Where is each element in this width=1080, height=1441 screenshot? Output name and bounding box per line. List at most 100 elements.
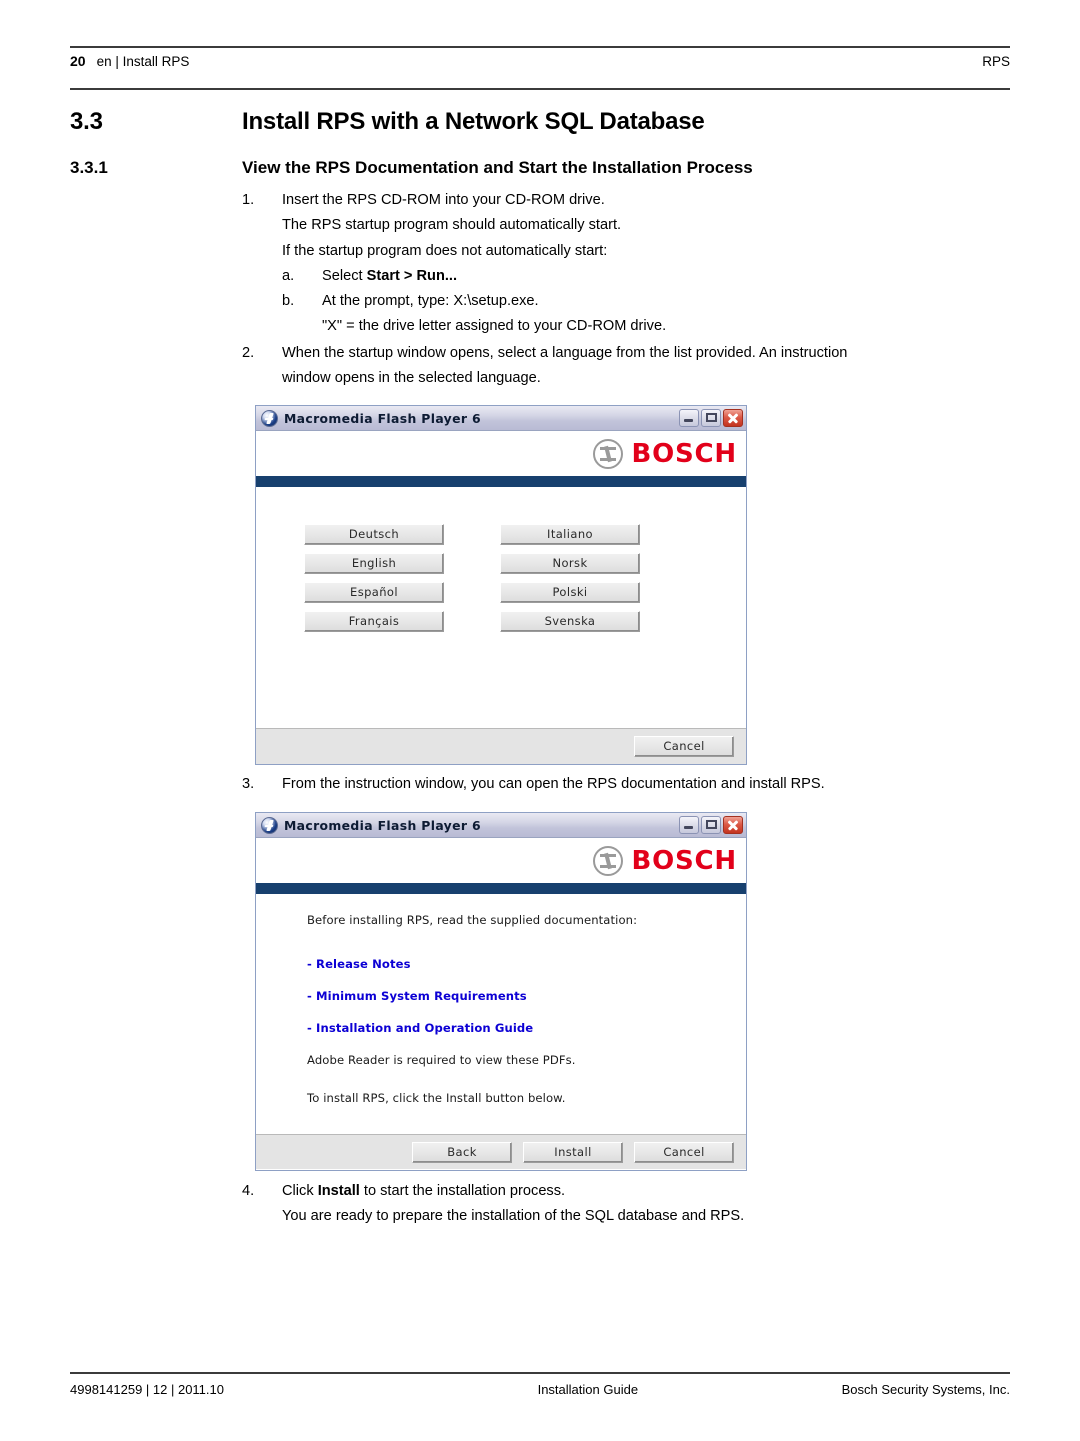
footer-doc-id: 4998141259 | 12 | 2011.10 (70, 1382, 224, 1397)
step-4-block: 4. Click Install to start the installati… (242, 1179, 1012, 1230)
brand-accent-bar (256, 476, 746, 487)
list-marker: 4. (242, 1183, 255, 1199)
documentation-window: Macromedia Flash Player 6 BOSCH Before i… (255, 812, 747, 1171)
brand-header: BOSCH (256, 431, 746, 476)
adobe-reader-note: Adobe Reader is required to view these P… (307, 1053, 576, 1067)
list-item: 4. Click Install to start the installati… (242, 1179, 1012, 1204)
install-instruction-note: To install RPS, click the Install button… (307, 1091, 566, 1105)
footer-company: Bosch Security Systems, Inc. (841, 1382, 1010, 1397)
install-button[interactable]: Install (523, 1141, 623, 1163)
window-title: Macromedia Flash Player 6 (284, 817, 481, 833)
language-button-italiano[interactable]: Italiano (500, 524, 640, 545)
list-item-text: Click Install to start the installation … (282, 1179, 1012, 1204)
language-button-espanol[interactable]: Español (304, 582, 444, 603)
bosch-wordmark: BOSCH (631, 846, 737, 876)
dialog-footer: Back Install Cancel (256, 1134, 746, 1169)
cancel-button[interactable]: Cancel (634, 736, 734, 757)
language-button-norsk[interactable]: Norsk (500, 553, 640, 574)
back-button[interactable]: Back (412, 1141, 512, 1163)
step-4-line-2: You are ready to prepare the installatio… (282, 1208, 745, 1225)
window-controls (679, 409, 743, 427)
section-heading-3: 3.3.1 View the RPS Documentation and Sta… (70, 158, 1010, 178)
bosch-emblem-icon (592, 846, 623, 876)
documentation-content-area: Before installing RPS, read the supplied… (256, 894, 746, 1134)
list-item: 2. When the startup window opens, select… (242, 341, 1012, 366)
language-button-svenska[interactable]: Svenska (500, 611, 640, 632)
window-titlebar[interactable]: Macromedia Flash Player 6 (256, 813, 746, 838)
close-icon[interactable] (723, 816, 743, 834)
list-marker: a. (282, 267, 295, 284)
brand-accent-bar (256, 883, 746, 894)
list-marker: 1. (242, 192, 255, 208)
maximize-icon[interactable] (701, 409, 721, 427)
step-1-line-3: If the startup program does not automati… (282, 242, 608, 259)
step-1-block: 1. Insert the RPS CD-ROM into your CD-RO… (242, 188, 1012, 340)
bosch-wordmark: BOSCH (631, 439, 737, 469)
link-installation-and-operation-guide[interactable]: - Installation and Operation Guide (307, 1021, 746, 1035)
language-button-polski[interactable]: Polski (500, 582, 640, 603)
grid-spacer (444, 553, 500, 582)
footer-row: 4998141259 | 12 | 2011.10 Installation G… (70, 1374, 1010, 1397)
breadcrumb: en | Install RPS (96, 54, 190, 69)
list-item: a. Select Start > Run... (242, 264, 1012, 289)
cancel-button[interactable]: Cancel (634, 1141, 734, 1163)
step-4-bold: Install (317, 1183, 360, 1199)
window-title: Macromedia Flash Player 6 (284, 410, 481, 426)
running-footer: 4998141259 | 12 | 2011.10 Installation G… (70, 1372, 1010, 1397)
language-list-area: Deutsch Italiano English Norsk Español P… (256, 487, 746, 728)
flash-player-icon (261, 816, 278, 834)
language-button-english[interactable]: English (304, 553, 444, 574)
documentation-text-panel: Before installing RPS, read the supplied… (256, 894, 746, 1123)
step-4-suffix: to start the installation process. (359, 1183, 566, 1199)
documentation-intro: Before installing RPS, read the supplied… (307, 913, 638, 927)
list-marker: b. (282, 293, 295, 310)
language-button-grid: Deutsch Italiano English Norsk Español P… (304, 524, 640, 640)
list-item-text: When the startup window opens, select a … (282, 345, 848, 361)
list-marker: 3. (242, 776, 255, 792)
link-release-notes[interactable]: - Release Notes (307, 957, 746, 971)
bosch-emblem-icon (592, 439, 623, 469)
step-2-block: 2. When the startup window opens, select… (242, 341, 1012, 392)
header-left-group: 20 en | Install RPS (70, 53, 189, 69)
brand-header: BOSCH (256, 838, 746, 883)
step-4-prefix: Click (282, 1183, 318, 1199)
document-page: 20 en | Install RPS RPS 3.3 Install RPS … (0, 0, 1080, 1441)
list-item: 1. Insert the RPS CD-ROM into your CD-RO… (242, 188, 1012, 213)
minimize-icon[interactable] (679, 816, 699, 834)
page-title: Install RPS with a Network SQL Database (242, 108, 705, 135)
language-button-francais[interactable]: Français (304, 611, 444, 632)
grid-spacer (444, 611, 500, 640)
list-item-text: Insert the RPS CD-ROM into your CD-ROM d… (282, 192, 605, 208)
header-rule-bottom (70, 88, 1010, 90)
link-minimum-system-requirements[interactable]: - Minimum System Requirements (307, 989, 746, 1003)
running-header: 20 en | Install RPS RPS (70, 46, 1010, 90)
sub-a-bold: Start > Run... (366, 267, 458, 284)
subsection-title: View the RPS Documentation and Start the… (242, 158, 753, 177)
grid-spacer (444, 582, 500, 611)
close-icon[interactable] (723, 409, 743, 427)
list-item-text: At the prompt, type: X:\setup.exe. (322, 293, 539, 310)
step-2-line-2: window opens in the selected language. (282, 370, 541, 387)
dialog-footer: Cancel (256, 728, 746, 764)
list-item-text: From the instruction window, you can ope… (282, 776, 825, 792)
list-item: b. At the prompt, type: X:\setup.exe. (242, 289, 1012, 314)
step-1-line-2: The RPS startup program should automatic… (282, 217, 622, 234)
footer-doc-type: Installation Guide (537, 1382, 639, 1397)
page-number: 20 (70, 53, 86, 69)
header-product-label: RPS (982, 54, 1010, 69)
flash-player-icon (261, 409, 278, 427)
step-3-block: 3. From the instruction window, you can … (242, 772, 1012, 797)
subsection-number: 3.3.1 (70, 158, 108, 177)
language-button-deutsch[interactable]: Deutsch (304, 524, 444, 545)
window-titlebar[interactable]: Macromedia Flash Player 6 (256, 406, 746, 431)
step-1-sub-b-note: "X" = the drive letter assigned to your … (322, 318, 667, 335)
language-chooser-window: Macromedia Flash Player 6 BOSCH Deutsch … (255, 405, 747, 765)
grid-spacer (444, 524, 500, 553)
list-marker: 2. (242, 345, 255, 361)
window-controls (679, 816, 743, 834)
minimize-icon[interactable] (679, 409, 699, 427)
maximize-icon[interactable] (701, 816, 721, 834)
sub-a-prefix: Select (322, 267, 367, 284)
header-row: 20 en | Install RPS RPS (70, 48, 1010, 69)
list-item-text: Select Start > Run... (322, 264, 1012, 289)
